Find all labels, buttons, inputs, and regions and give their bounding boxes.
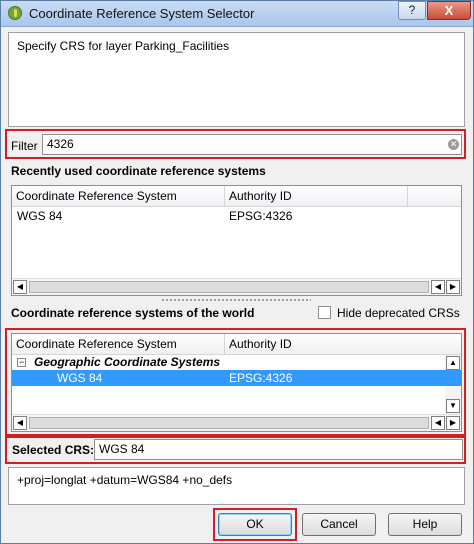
world-crs-title: Coordinate reference systems of the worl… [11,306,255,320]
recent-crs-table: Coordinate Reference System Authority ID… [11,185,462,296]
hide-deprecated-checkbox[interactable] [318,306,331,319]
world-table-header: Coordinate Reference System Authority ID [12,334,461,355]
scroll-right-icon[interactable]: ▶ [446,416,460,430]
authority-id-cell: EPSG:4326 [229,209,293,223]
ok-button[interactable]: OK [218,513,292,536]
tree-group-row[interactable]: − Geographic Coordinate Systems [12,355,460,371]
crs-name-cell: WGS 84 [17,209,63,223]
recent-crs-title: Recently used coordinate reference syste… [11,164,266,178]
title-help-button[interactable]: ? [398,1,426,20]
scroll-left-icon[interactable]: ◀ [13,416,27,430]
question-mark-icon: ? [408,3,416,17]
group-label: Geographic Coordinate Systems [34,355,221,369]
selected-crs-label: Selected CRS: [12,443,95,457]
proj-string-box: +proj=longlat +datum=WGS84 +no_defs [8,467,465,505]
column-header-crs[interactable]: Coordinate Reference System [12,186,177,207]
table-row[interactable]: WGS 84 EPSG:4326 [12,370,462,386]
cancel-button[interactable]: Cancel [302,513,376,536]
description-text: Specify CRS for layer Parking_Facilities [17,39,230,53]
scroll-down-icon[interactable]: ▼ [446,399,460,413]
description-box: Specify CRS for layer Parking_Facilities [8,32,465,127]
scrollbar-thumb[interactable] [29,281,429,293]
horizontal-scrollbar[interactable]: ◀ ◀ ▶ [12,278,461,295]
scroll-right-icon[interactable]: ▶ [446,280,460,294]
qgis-app-icon [8,6,22,20]
scroll-left-icon[interactable]: ◀ [431,416,445,430]
collapse-icon[interactable]: − [17,358,26,367]
authority-id-cell: EPSG:4326 [229,371,293,385]
scroll-left-icon[interactable]: ◀ [431,280,445,294]
help-button[interactable]: Help [388,513,462,536]
filter-label: Filter [11,139,38,153]
crs-selector-dialog: Coordinate Reference System Selector ? X… [0,0,474,544]
splitter-handle[interactable] [161,298,311,302]
window-title: Coordinate Reference System Selector [29,6,255,21]
recent-table-header: Coordinate Reference System Authority ID [12,186,461,207]
clear-icon[interactable]: ✕ [448,139,459,150]
scrollbar-thumb[interactable] [29,417,429,429]
column-divider [407,186,408,207]
filter-input[interactable]: 4326 [42,134,462,155]
hide-deprecated-label: Hide deprecated CRSs [337,306,460,320]
title-bar: Coordinate Reference System Selector ? X [1,1,473,27]
column-header-crs[interactable]: Coordinate Reference System [12,334,177,355]
crs-name-cell: WGS 84 [57,371,103,385]
selected-crs-field[interactable]: WGS 84 [94,439,463,460]
column-header-authority-id[interactable]: Authority ID [225,334,292,355]
proj-string-text: +proj=longlat +datum=WGS84 +no_defs [17,473,233,487]
close-icon: X [444,3,454,18]
column-header-authority-id[interactable]: Authority ID [225,186,292,207]
close-button[interactable]: X [427,1,471,20]
scroll-left-icon[interactable]: ◀ [13,280,27,294]
horizontal-scrollbar[interactable]: ◀ ◀ ▶ [12,414,461,431]
